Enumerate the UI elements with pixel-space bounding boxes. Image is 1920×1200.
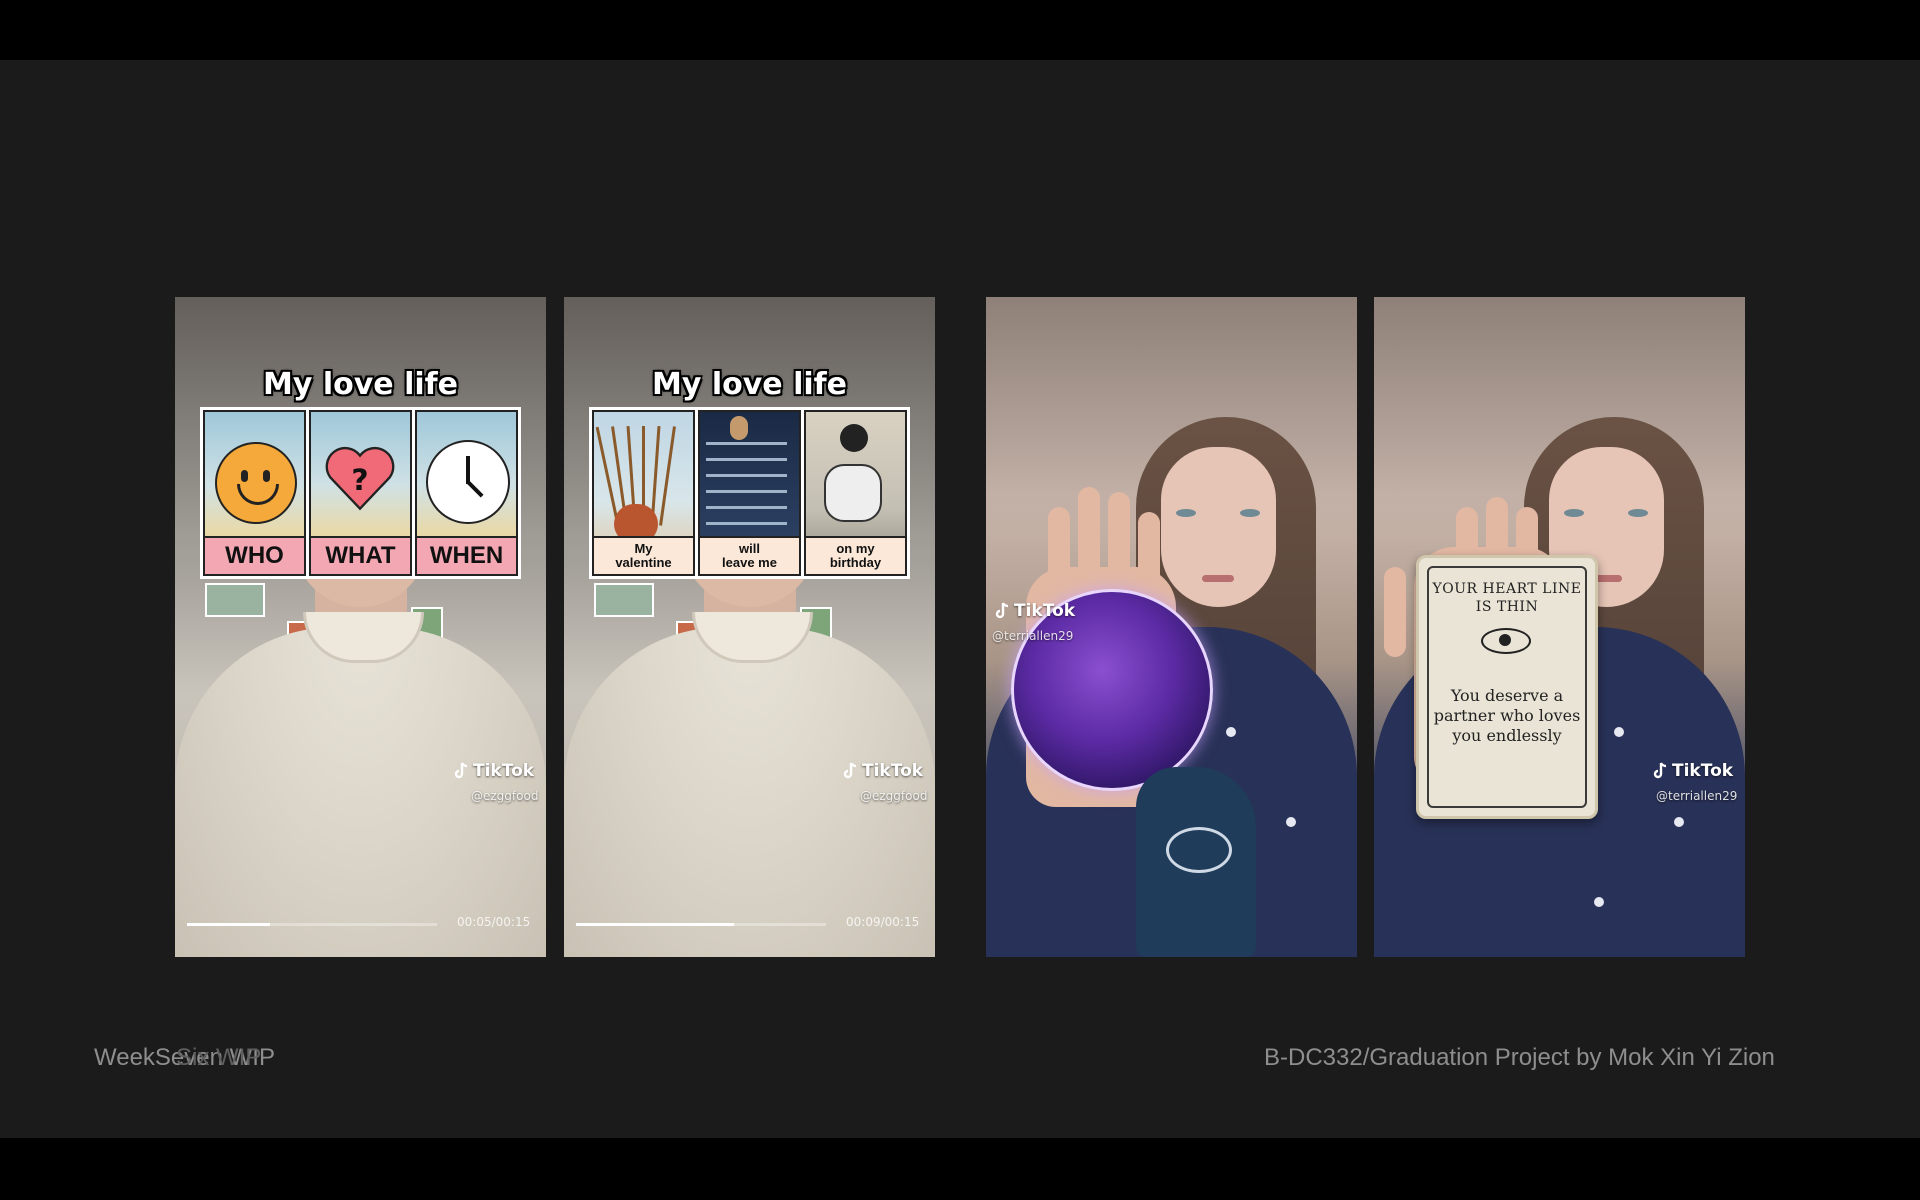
video-frame-2[interactable]: My love life My valentine will leave me …	[564, 297, 935, 957]
card-label: WHO	[205, 536, 304, 574]
svg-text:?: ?	[351, 462, 368, 497]
oracle-card: YOUR HEART LINE IS THIN You deserve a pa…	[1416, 555, 1598, 819]
smiley-icon	[215, 442, 297, 524]
tarot-card-who: WHO	[203, 410, 306, 576]
tarot-card-ten-of-wands: My valentine	[592, 410, 695, 576]
eye	[1176, 509, 1196, 517]
pajama-pattern	[1674, 817, 1684, 827]
pajama-pattern	[1594, 897, 1604, 907]
video-frame-1[interactable]: My love life WHO ? WHAT WHEN TikTok @ezg…	[175, 297, 546, 957]
pajama-pattern	[1226, 727, 1236, 737]
tiktok-watermark: TikTok	[842, 761, 923, 781]
tiktok-handle: @ezggfood	[471, 789, 539, 803]
tarot-figure	[840, 424, 868, 452]
tiktok-brand: TikTok	[1672, 761, 1734, 781]
clock-icon	[426, 440, 510, 524]
tiktok-watermark: TikTok	[1652, 761, 1733, 781]
tarot-cards: My valentine will leave me on my birthda…	[589, 407, 910, 579]
tiktok-handle: @terriallen29	[1656, 789, 1738, 803]
tiktok-icon	[1652, 762, 1668, 780]
oracle-card-text: You deserve a partner who loves you endl…	[1433, 686, 1581, 745]
tarot-card-ten-of-swords: will leave me	[698, 410, 801, 576]
heart-question-icon: ?	[321, 440, 399, 518]
presentation-slide: My love life WHO ? WHAT WHEN TikTok @ezg…	[0, 60, 1920, 1138]
overlay-title: My love life	[651, 367, 848, 402]
eye	[1628, 509, 1648, 517]
tiktok-brand: TikTok	[862, 761, 924, 781]
tiktok-watermark: TikTok	[994, 601, 1075, 621]
eye-symbol-icon	[1166, 827, 1232, 873]
eye-icon	[1481, 628, 1531, 654]
progress-bar[interactable]	[187, 923, 437, 926]
oracle-card-title: YOUR HEART LINE IS THIN	[1432, 581, 1582, 615]
footer-course-label: B-DC332/Graduation Project by Mok Xin Yi…	[1264, 1044, 1775, 1071]
footer-week-ghost-text: Six WIP	[176, 1044, 262, 1071]
footer-week-label: WeekSeven WIP Six WIP	[94, 1044, 275, 1072]
finger	[1108, 492, 1130, 602]
tarot-cards: WHO ? WHAT WHEN	[200, 407, 521, 579]
progress-bar[interactable]	[576, 923, 826, 926]
tiktok-brand: TikTok	[473, 761, 535, 781]
wall-photo	[594, 583, 654, 617]
tiktok-brand: TikTok	[1014, 601, 1076, 621]
eye	[1564, 509, 1584, 517]
video-frame-4[interactable]: YOUR HEART LINE IS THIN You deserve a pa…	[1374, 297, 1745, 957]
tarot-horse	[824, 464, 882, 522]
pajama-pattern	[1614, 727, 1624, 737]
tarot-figure	[730, 416, 748, 440]
finger	[1048, 507, 1070, 607]
tiktok-icon	[994, 602, 1010, 620]
card-label: WHAT	[311, 536, 410, 574]
tarot-card-what: ? WHAT	[309, 410, 412, 576]
tiktok-watermark: TikTok	[453, 761, 534, 781]
tiktok-handle: @terriallen29	[992, 629, 1074, 643]
video-frame-3[interactable]: TikTok @terriallen29	[986, 297, 1357, 957]
tiktok-handle: @ezggfood	[860, 789, 928, 803]
letterbox-top	[0, 0, 1920, 60]
progress-fill	[187, 923, 270, 926]
timecode: 00:09/00:15	[846, 915, 920, 929]
card-caption: will leave me	[700, 536, 799, 574]
letterbox-bottom	[0, 1138, 1920, 1200]
finger	[1384, 567, 1406, 657]
card-caption: My valentine	[594, 536, 693, 574]
card-label: WHEN	[417, 536, 516, 574]
tarot-card-when: WHEN	[415, 410, 518, 576]
card-caption: on my birthday	[806, 536, 905, 574]
tiktok-icon	[842, 762, 858, 780]
overlay-title: My love life	[262, 367, 459, 402]
timecode: 00:05/00:15	[457, 915, 531, 929]
face	[1161, 447, 1276, 607]
eye	[1240, 509, 1260, 517]
pajama-pattern	[1286, 817, 1296, 827]
finger	[1078, 487, 1100, 597]
mouth	[1202, 575, 1234, 582]
wall-photo	[205, 583, 265, 617]
tarot-card-death: on my birthday	[804, 410, 907, 576]
tiktok-icon	[453, 762, 469, 780]
progress-fill	[576, 923, 734, 926]
